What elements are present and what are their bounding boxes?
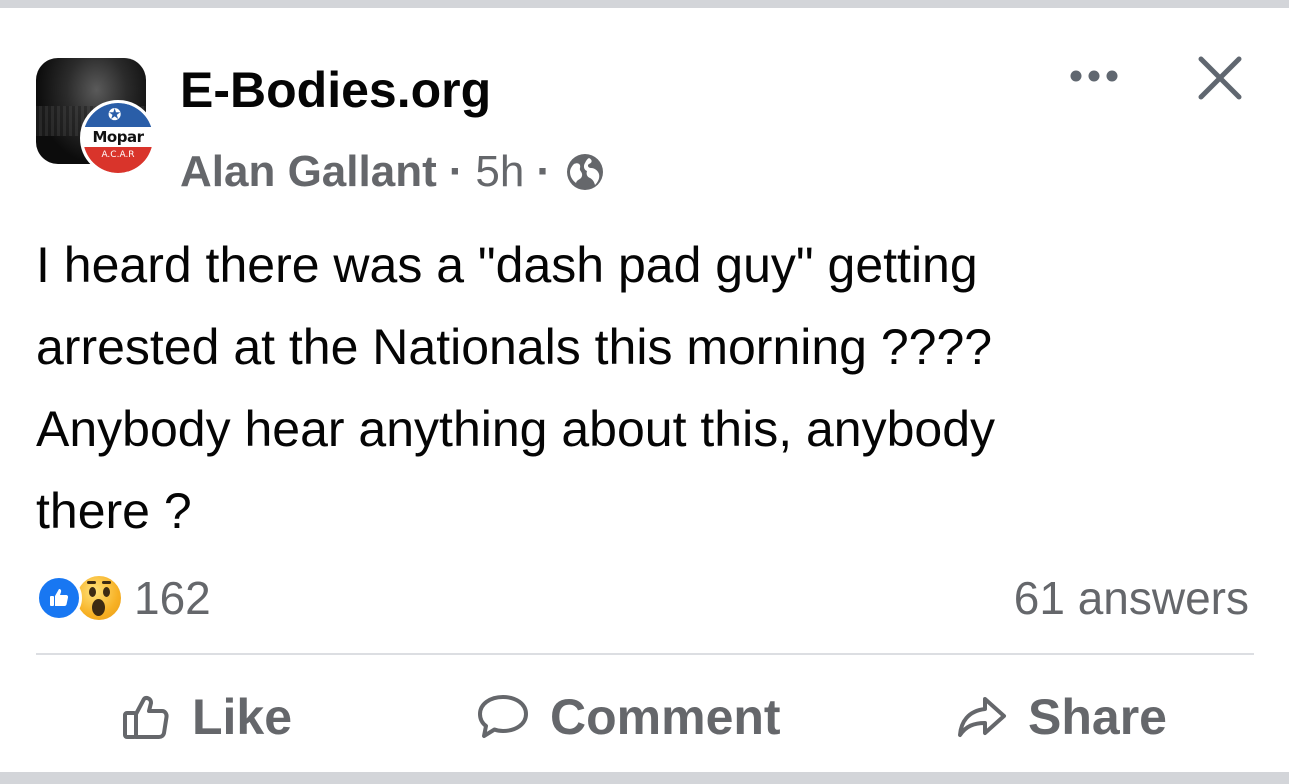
post-timestamp[interactable]: 5h	[475, 147, 524, 197]
share-icon	[958, 697, 1006, 737]
share-button[interactable]: Share	[954, 684, 1167, 750]
meta-separator: ·	[536, 147, 551, 196]
top-separator	[0, 0, 1289, 8]
close-icon[interactable]	[1190, 48, 1250, 108]
like-reaction-icon	[36, 575, 82, 621]
post-text-line: Anybody hear anything about this, anybod…	[36, 401, 996, 457]
like-icon	[123, 696, 169, 739]
like-label: Like	[192, 689, 293, 745]
post-body: I heard there was a "dash pad guy" getti…	[36, 224, 1256, 552]
like-button[interactable]: Like	[118, 684, 292, 750]
comment-label: Comment	[550, 689, 781, 745]
comment-button[interactable]: Comment	[474, 684, 781, 750]
author-name-link[interactable]: Alan Gallant	[180, 147, 437, 197]
meta-separator: ·	[448, 147, 464, 196]
mopar-logo: ✪ Mopar A.C.A.R	[83, 103, 153, 173]
author-avatar-badge[interactable]: ✪ Mopar A.C.A.R	[80, 100, 156, 176]
post-text-line: there ?	[36, 483, 192, 539]
badge-logo-text: Mopar	[92, 128, 145, 146]
group-name-link[interactable]: E-Bodies.org	[180, 60, 491, 120]
post-text-line: I heard there was a "dash pad guy" getti…	[36, 237, 978, 293]
globe-icon[interactable]	[565, 152, 605, 192]
share-label: Share	[1028, 689, 1167, 745]
reaction-count: 162	[134, 572, 211, 624]
badge-logo-subtext: A.C.A.R	[101, 150, 135, 160]
bottom-separator	[0, 772, 1289, 784]
more-options-icon[interactable]	[1058, 58, 1130, 94]
answers-count-link[interactable]: 61 answers	[1014, 568, 1249, 628]
post-meta: Alan Gallant · 5h ·	[180, 144, 605, 200]
actions-divider	[36, 653, 1254, 655]
reactions-summary[interactable]: 162	[36, 568, 211, 628]
comment-icon	[478, 695, 528, 738]
star-icon: ✪	[108, 105, 122, 124]
post-text-line: arrested at the Nationals this morning ?…	[36, 319, 993, 375]
